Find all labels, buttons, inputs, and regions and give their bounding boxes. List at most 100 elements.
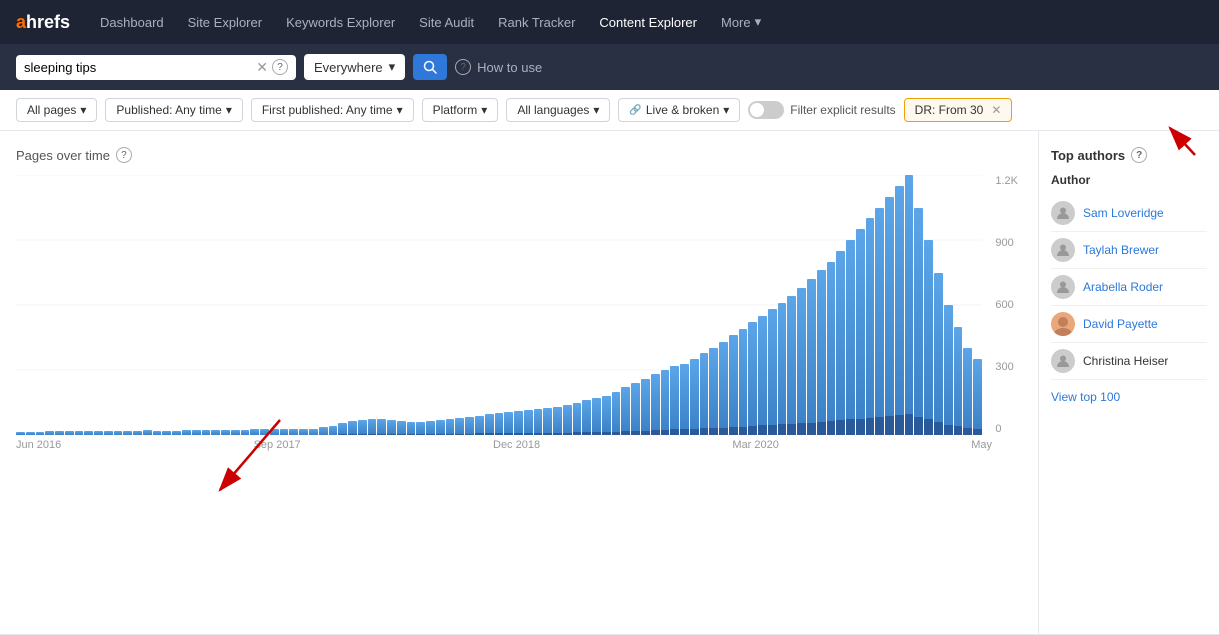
nav-site-audit[interactable]: Site Audit [409,9,484,36]
top-authors-help-icon[interactable]: ? [1131,147,1147,163]
chart-bar [162,431,171,435]
search-clear-icon[interactable]: ✕ [256,59,268,76]
chart-bar [621,387,630,435]
chart-bar [485,414,494,435]
chart-bar [231,430,240,435]
author-item-4: David Payette [1051,306,1207,343]
filter-published[interactable]: Published: Any time ▾ [105,98,242,122]
nav-content-explorer[interactable]: Content Explorer [589,9,707,36]
chart-bar [856,229,865,435]
nav-dashboard[interactable]: Dashboard [90,9,174,36]
chart-bar [768,309,777,435]
chart-bar [905,175,914,435]
location-dropdown[interactable]: Everywhere ▾ [304,54,405,80]
chart-bar [836,251,845,435]
chart-bar [895,186,904,435]
chart-bar [416,422,425,435]
chart-bar [241,430,250,435]
chart-bar [426,421,435,435]
nav-site-explorer[interactable]: Site Explorer [178,9,272,36]
logo[interactable]: ahrefs [16,12,70,33]
author-name-2[interactable]: Taylah Brewer [1083,243,1159,257]
chart-bar [914,208,923,436]
chart-bar [368,419,377,435]
author-avatar-2 [1051,238,1075,262]
chart-bar [924,240,933,435]
how-to-use-link[interactable]: ? How to use [455,59,542,75]
published-arrow-icon: ▾ [226,103,232,117]
all-pages-arrow-icon: ▾ [80,103,86,117]
chart-bar [602,396,611,435]
chart-help-icon[interactable]: ? [116,147,132,163]
explicit-label: Filter explicit results [790,103,895,117]
chart-bar [973,359,982,435]
chart-bar [963,348,972,435]
chart-bar [104,431,113,435]
chart-bar [875,208,884,436]
main-content: Pages over time ? [0,131,1219,634]
chart-bar [866,218,875,435]
chart-bar [309,429,318,436]
chart-bar [846,240,855,435]
nav-keywords-explorer[interactable]: Keywords Explorer [276,9,405,36]
chart-bar [270,429,279,435]
chart-bar [524,410,533,435]
nav-more[interactable]: More ▾ [711,8,771,36]
how-to-use-help-icon: ? [455,59,471,75]
author-avatar-4 [1051,312,1075,336]
chart-bar [407,422,416,435]
filter-live-broken[interactable]: 🔗 Live & broken ▾ [618,98,740,122]
top-nav: ahrefs Dashboard Site Explorer Keywords … [0,0,1219,44]
chart-bar [661,370,670,435]
chart-bar [133,431,142,435]
author-avatar-1 [1051,201,1075,225]
chart-bar [827,262,836,435]
search-help-icon[interactable]: ? [272,59,288,75]
chart-bar [885,197,894,435]
explicit-toggle[interactable] [748,101,784,119]
view-top-100-link[interactable]: View top 100 [1051,390,1207,404]
location-arrow-icon: ▾ [389,59,396,75]
filter-platform[interactable]: Platform ▾ [422,98,499,122]
author-name-1[interactable]: Sam Loveridge [1083,206,1164,220]
chart-bar [954,327,963,435]
live-broken-arrow-icon: ▾ [723,103,729,117]
search-button[interactable] [413,54,447,80]
author-name-3[interactable]: Arabella Roder [1083,280,1163,294]
chart-bar [436,420,445,435]
chart-bar [758,316,767,435]
chart-bar [787,296,796,435]
filter-first-published[interactable]: First published: Any time ▾ [251,98,414,122]
filter-all-pages[interactable]: All pages ▾ [16,98,97,122]
chart-bar [670,366,679,435]
platform-arrow-icon: ▾ [481,103,487,117]
author-item-5: Christina Heiser [1051,343,1207,380]
chart-bar [700,353,709,435]
author-col-header: Author [1051,173,1207,187]
chart-bar [250,429,259,435]
chart-bar [319,427,328,435]
how-to-use-label: How to use [477,60,542,75]
chart-bar [563,405,572,435]
chart-bar [475,416,484,436]
filter-all-languages[interactable]: All languages ▾ [506,98,610,122]
chart-bar [280,429,289,435]
top-authors-title: Top authors ? [1051,147,1207,163]
chart-bar [84,431,93,435]
chart-area: Pages over time ? [0,131,1039,634]
search-input[interactable] [24,60,252,75]
chart-bar [94,431,103,435]
chart-title: Pages over time ? [16,147,1022,163]
chart-bar [299,429,308,435]
author-name-4[interactable]: David Payette [1083,317,1158,331]
nav-rank-tracker[interactable]: Rank Tracker [488,9,585,36]
chart-bar [260,429,269,435]
chart-bar [553,407,562,435]
chart-bar [641,379,650,435]
chart-bar [289,429,298,435]
search-bar: ✕ ? Everywhere ▾ ? How to use [0,44,1219,90]
filter-dr[interactable]: DR: From 30 ✕ [904,98,1013,122]
dr-close-icon[interactable]: ✕ [991,103,1001,117]
author-avatar-3 [1051,275,1075,299]
chart-bar [16,432,25,435]
